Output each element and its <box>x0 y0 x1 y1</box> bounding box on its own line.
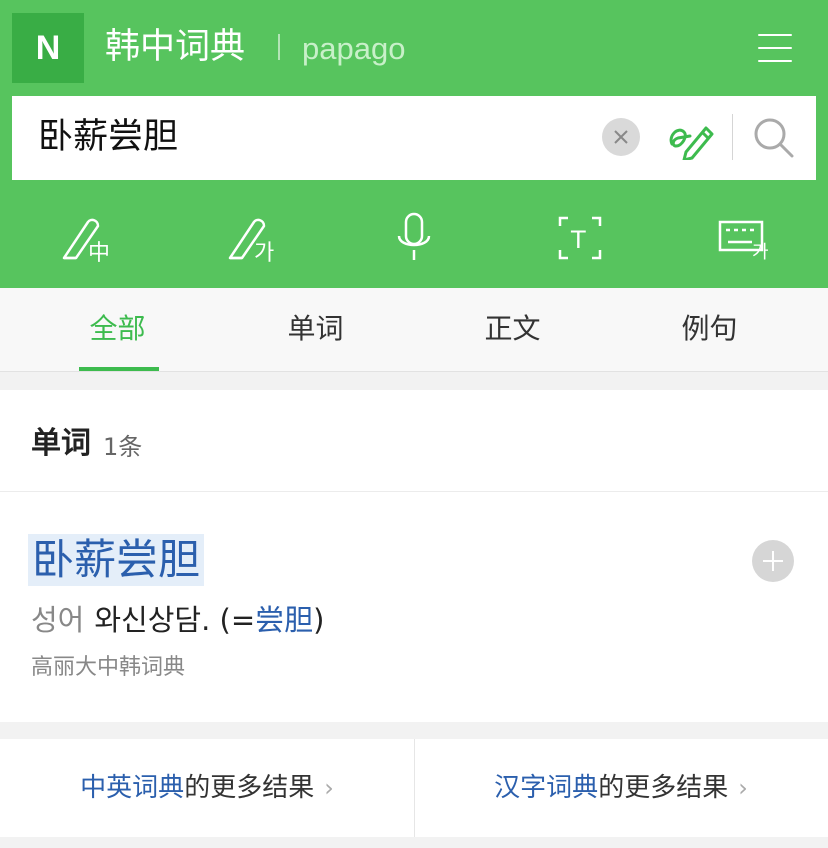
text-scan-icon[interactable]: T <box>552 210 612 266</box>
microphone-icon[interactable] <box>386 210 446 266</box>
svg-text:中: 中 <box>88 241 110 266</box>
chevron-right-icon: › <box>738 774 748 802</box>
more-results-hanja[interactable]: 汉字词典的更多结果 › <box>414 739 828 837</box>
handwriting-icon[interactable] <box>664 114 716 162</box>
handwrite-chinese-icon[interactable]: 中 <box>58 210 118 266</box>
menu-icon[interactable] <box>758 28 794 68</box>
app-header: N 韩中词典 papago 卧薪尝胆 中 가 T 가 <box>0 0 828 288</box>
definition-link[interactable]: 尝胆 <box>255 603 313 637</box>
more-results-zh-en[interactable]: 中英词典的更多结果 › <box>0 739 414 837</box>
tab-all[interactable]: 全部 <box>14 288 221 372</box>
search-icon[interactable] <box>750 114 798 162</box>
svg-text:가: 가 <box>254 241 274 266</box>
svg-text:T: T <box>570 226 586 254</box>
definition-text: 와신상담. (= <box>94 603 256 637</box>
definition-end: ) <box>313 603 325 637</box>
tab-text[interactable]: 正文 <box>409 288 616 372</box>
entry-source: 高丽大中韩词典 <box>31 655 186 680</box>
section-header: 单词 1条 <box>0 390 828 492</box>
tab-examples[interactable]: 例句 <box>606 288 813 372</box>
handwrite-korean-icon[interactable]: 가 <box>224 210 284 266</box>
naver-logo[interactable]: N <box>12 13 84 83</box>
search-query-text[interactable]: 卧薪尝胆 <box>38 114 178 160</box>
result-count: 1条 <box>103 433 143 461</box>
add-to-wordbook-button[interactable] <box>752 540 794 582</box>
search-input[interactable]: 卧薪尝胆 <box>12 96 816 180</box>
tab-words[interactable]: 单词 <box>212 288 419 372</box>
more-suffix: 的更多结果 <box>598 773 729 803</box>
korean-keyboard-icon[interactable]: 가 <box>716 210 776 266</box>
part-of-speech: 성어 <box>31 603 85 637</box>
word-results-card: 单词 1条 卧薪尝胆 성어 와신상담. (=尝胆) 高丽大中韩词典 <box>0 390 828 722</box>
chevron-right-icon: › <box>324 774 334 802</box>
papago-brand[interactable]: papago <box>302 25 405 73</box>
more-results-bar: 中英词典的更多结果 › 汉字词典的更多结果 › <box>0 739 828 837</box>
title-divider <box>278 34 280 60</box>
more-suffix: 的更多结果 <box>184 773 315 803</box>
svg-text:가: 가 <box>752 242 769 263</box>
app-title[interactable]: 韩中词典 <box>105 22 245 72</box>
entry-definition: 성어 와신상담. (=尝胆) <box>31 600 325 640</box>
result-tabs: 全部 单词 正文 例句 <box>0 288 828 372</box>
dict-name: 汉字词典 <box>494 773 599 803</box>
dict-name: 中英词典 <box>80 773 185 803</box>
clear-icon[interactable] <box>602 118 640 156</box>
entry-headword[interactable]: 卧薪尝胆 <box>28 534 205 586</box>
active-tab-indicator <box>79 367 159 371</box>
section-title: 单词 <box>31 426 91 461</box>
search-box-divider <box>732 114 733 160</box>
